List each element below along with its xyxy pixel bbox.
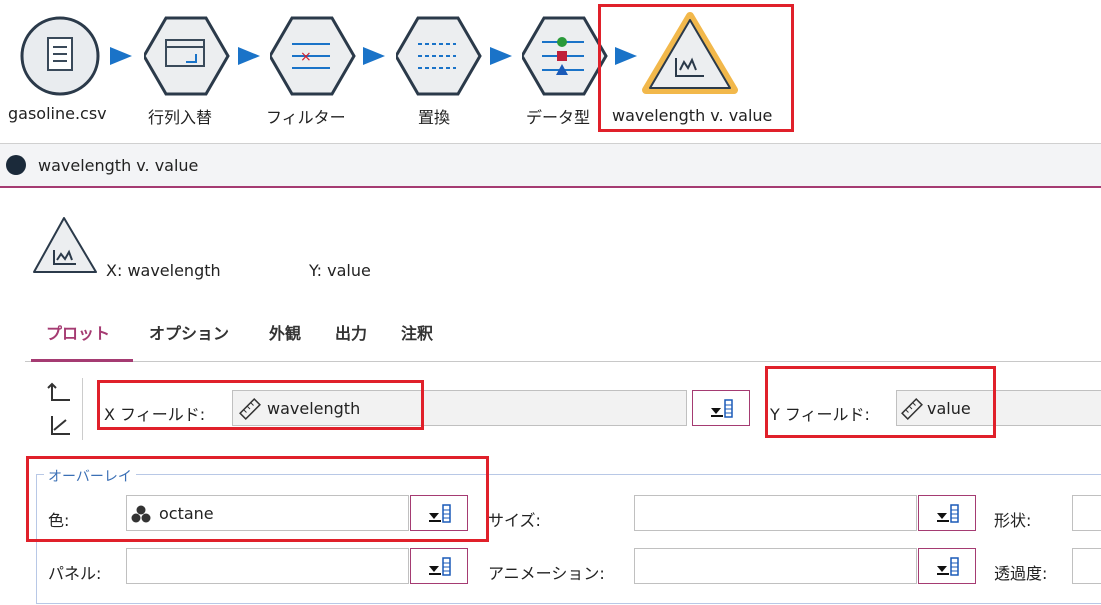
dialog-titlebar: wavelength v. value <box>0 143 1101 188</box>
transpose-node[interactable] <box>142 14 234 104</box>
shape-field-input[interactable] <box>1072 495 1101 531</box>
svg-text:×: × <box>300 49 312 65</box>
plot-type-icons <box>47 382 70 435</box>
field-picker-icon <box>711 399 733 418</box>
field-picker-icon <box>429 557 451 576</box>
flow-arrow-icon <box>110 47 132 65</box>
app-globe-icon <box>6 155 26 175</box>
filter-icon: × <box>268 16 356 96</box>
tab-options[interactable]: オプション <box>149 320 229 344</box>
flow-arrow-icon <box>490 47 512 65</box>
transpose-icon <box>142 16 230 96</box>
highlight-box <box>26 456 489 542</box>
tab-appearance[interactable]: 外観 <box>269 320 301 344</box>
dialog-title: wavelength v. value <box>38 156 199 175</box>
size-picker-button[interactable] <box>918 495 976 531</box>
animation-label: アニメーション: <box>488 564 605 583</box>
highlight-box <box>598 4 794 132</box>
node-label: gasoline.csv <box>8 104 107 123</box>
transparency-field-input[interactable] <box>1072 548 1101 584</box>
stream-canvas: gasoline.csv 行列入替 × フィルター 置換 データ型 wavele… <box>0 0 1101 143</box>
size-label: サイズ: <box>488 511 541 530</box>
replace-icon <box>394 16 482 96</box>
point-plot-icon[interactable] <box>47 382 70 401</box>
highlight-box <box>97 380 424 430</box>
panel-label: パネル: <box>48 564 102 583</box>
source-node[interactable] <box>18 14 108 104</box>
x-summary: X: wavelength <box>106 261 221 280</box>
panel-field-input[interactable] <box>126 548 409 584</box>
highlight-box <box>765 366 996 438</box>
transparency-label: 透過度: <box>994 564 1048 583</box>
animation-field-input[interactable] <box>634 548 917 584</box>
animation-picker-button[interactable] <box>918 548 976 584</box>
shape-label: 形状: <box>994 511 1032 530</box>
tab-annotation[interactable]: 注釈 <box>401 320 433 344</box>
tab-output[interactable]: 出力 <box>335 320 367 344</box>
y-summary: Y: value <box>309 261 371 280</box>
node-label: データ型 <box>526 108 591 127</box>
tab-divider <box>25 361 1101 362</box>
flow-arrow-icon <box>363 47 385 65</box>
active-tab-indicator <box>31 359 133 362</box>
tab-plot[interactable]: プロット <box>46 320 110 344</box>
x-field-picker-button[interactable] <box>692 390 750 426</box>
node-label: 置換 <box>418 108 451 127</box>
file-source-icon <box>20 16 100 96</box>
node-label: 行列入替 <box>148 108 213 127</box>
multiplot-icon[interactable] <box>51 416 70 435</box>
field-picker-icon <box>937 557 959 576</box>
panel-picker-button[interactable] <box>410 548 468 584</box>
node-label: フィルター <box>266 108 346 127</box>
plot-type-toggle <box>38 378 83 440</box>
flow-arrow-icon <box>238 47 260 65</box>
replace-node[interactable] <box>394 14 486 104</box>
size-field-input[interactable] <box>634 495 917 531</box>
filter-node[interactable]: × <box>268 14 360 104</box>
plot-header-icon <box>33 217 97 273</box>
field-picker-icon <box>937 504 959 523</box>
